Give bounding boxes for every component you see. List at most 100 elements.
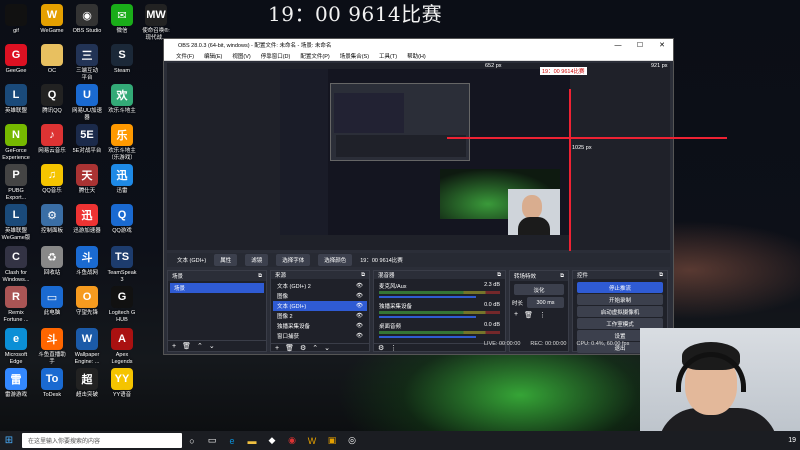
- desktop-icon-25[interactable]: C Clash for Windows...: [0, 246, 35, 283]
- trash-icon[interactable]: 🗑: [182, 342, 191, 350]
- source-text-value[interactable]: 19：00 9614比赛: [360, 256, 403, 264]
- obs-preview[interactable]: 652 px 921 px 1025 px 19：00 9614比赛: [167, 63, 727, 251]
- desktop-icon-33[interactable]: e Microsoft Edge: [0, 328, 35, 365]
- netease-music-icon[interactable]: ◉: [282, 431, 302, 450]
- desktop-icon-5[interactable]: G GeeGee: [0, 44, 35, 75]
- source-item[interactable]: 文本 (GDI+) 👁: [273, 301, 367, 311]
- dock-float-icon[interactable]: ⧉: [497, 272, 501, 279]
- source-item[interactable]: 独播采集设备 👁: [273, 321, 367, 331]
- source-item[interactable]: 图像 2 👁: [273, 311, 367, 321]
- eye-icon[interactable]: 👁: [356, 333, 363, 339]
- menu-item[interactable]: 工具(T): [379, 52, 397, 60]
- desktop-icon-15[interactable]: 5E 5E对战平台: [68, 124, 106, 155]
- minimize-icon[interactable]: —: [607, 39, 629, 51]
- desktop-icon-12[interactable]: 欢欢乐斗地主: [103, 84, 141, 115]
- task-view-icon[interactable]: ○: [182, 431, 202, 450]
- dock-float-icon[interactable]: ⧉: [361, 272, 365, 279]
- eye-icon[interactable]: 👁: [356, 323, 363, 329]
- desktop-icon-35[interactable]: W Wallpaper Engine: ...: [68, 328, 106, 365]
- menu-item[interactable]: 视图(V): [232, 52, 250, 60]
- desktop-icon-24[interactable]: Q QQ游戏: [103, 204, 141, 235]
- desktop-icon-14[interactable]: ♪ 网易云音乐: [33, 124, 71, 155]
- transition-select[interactable]: 淡化: [514, 284, 564, 295]
- add-icon[interactable]: +: [275, 345, 279, 352]
- menu-item[interactable]: 配置文件(P): [300, 52, 329, 60]
- folder-icon[interactable]: ▬: [242, 431, 262, 450]
- desktop-icon-20[interactable]: 迅迅雷: [103, 164, 141, 195]
- desktop-icon-7[interactable]: 三三端互动 平台: [68, 44, 106, 81]
- desktop-icon-10[interactable]: Q 腾讯QQ: [33, 84, 71, 115]
- obs-titlebar[interactable]: OBS 28.0.3 (64-bit, windows) - 配置文件: 未命名…: [164, 39, 673, 51]
- eye-icon[interactable]: 👁: [356, 293, 363, 299]
- control-button[interactable]: 停止推流: [577, 282, 663, 293]
- trash-icon[interactable]: 🗑: [285, 344, 294, 352]
- desktop-icon-2[interactable]: ◉ OBS Studio: [68, 4, 106, 35]
- eye-icon[interactable]: 👁: [356, 283, 363, 289]
- desktop-icon-30[interactable]: ▭ 此电脑: [33, 286, 71, 317]
- duration-input[interactable]: 300 ms: [527, 297, 564, 308]
- eye-icon[interactable]: 👁: [356, 313, 363, 319]
- desktop-icon-9[interactable]: L 英雄联盟: [0, 84, 35, 115]
- edge-icon[interactable]: e: [222, 431, 242, 450]
- desktop-icon-36[interactable]: A Apex Legends: [103, 328, 141, 365]
- down-icon[interactable]: ⌄: [209, 342, 215, 350]
- filters-button[interactable]: 滤镜: [245, 254, 269, 266]
- desktop-icon-17[interactable]: P PUBG Export...: [0, 164, 35, 201]
- properties-button[interactable]: 属性: [214, 254, 238, 266]
- gear-icon[interactable]: ⚙: [378, 344, 384, 352]
- menu-icon[interactable]: ⋮: [390, 344, 397, 352]
- control-button[interactable]: 开始录制: [577, 294, 663, 305]
- desktop-icon[interactable]: ▭: [202, 431, 222, 450]
- desktop-icon-32[interactable]: G Logitech G HUB: [103, 286, 141, 323]
- source-item[interactable]: 文本 (GDI+) 2 👁: [273, 281, 367, 291]
- desktop-icon-22[interactable]: ⚙ 控制面板: [33, 204, 71, 235]
- dock-float-icon[interactable]: ⧉: [659, 272, 663, 279]
- gear-icon[interactable]: ⚙: [300, 344, 306, 352]
- add-icon[interactable]: +: [172, 343, 176, 350]
- desktop-icon-13[interactable]: N GeForce Experience: [0, 124, 35, 161]
- obs-taskbar-icon[interactable]: ◎: [342, 431, 362, 450]
- volume-slider[interactable]: [379, 316, 476, 318]
- desktop-icon-16[interactable]: 乐欢乐斗地主 （乐游戏）: [103, 124, 141, 161]
- desktop-icon-18[interactable]: ♫ QQ音乐: [33, 164, 71, 195]
- desktop-icon-21[interactable]: L 英雄联盟 WeGame版: [0, 204, 35, 241]
- desktop-icon-3[interactable]: ✉ 微信: [103, 4, 141, 35]
- menu-item[interactable]: 场景集合(S): [340, 52, 369, 60]
- desktop-icon-37[interactable]: 雷雷游游戏: [0, 368, 35, 399]
- dock-float-icon[interactable]: ⧉: [258, 273, 262, 280]
- taskbar-search-input[interactable]: 在这里输入你要搜索的内容: [22, 433, 182, 448]
- dock-float-icon[interactable]: ⧉: [560, 273, 564, 280]
- desktop-icon-11[interactable]: U 网易UU加速 器: [68, 84, 106, 121]
- maximize-icon[interactable]: ☐: [629, 39, 651, 51]
- desktop-icon-6[interactable]: OC: [33, 44, 71, 75]
- source-item[interactable]: 窗口捕获 👁: [273, 331, 367, 341]
- scene-item[interactable]: 场景: [170, 283, 264, 293]
- menu-icon[interactable]: ⋮: [539, 311, 546, 319]
- source-item[interactable]: 图像 👁: [273, 291, 367, 301]
- close-icon[interactable]: ✕: [651, 39, 673, 51]
- clock[interactable]: 19: [788, 437, 796, 444]
- desktop-icon-39[interactable]: 超超击突破: [68, 368, 106, 399]
- trash-icon[interactable]: 🗑: [524, 311, 533, 319]
- desktop-icon-38[interactable]: To ToDesk: [33, 368, 71, 399]
- control-button[interactable]: 启动虚拟摄像机: [577, 306, 663, 317]
- menu-item[interactable]: 编辑(E): [204, 52, 222, 60]
- desktop-icon-8[interactable]: S Steam: [103, 44, 141, 75]
- desktop-icon-19[interactable]: 天腾仕天: [68, 164, 106, 195]
- desktop-icon-26[interactable]: ♻ 回收站: [33, 246, 71, 277]
- desktop-icon-40[interactable]: YY YY语音: [103, 368, 141, 399]
- menu-item[interactable]: 停靠窗口(D): [261, 52, 291, 60]
- up-icon[interactable]: ⌃: [197, 342, 203, 350]
- desktop-icon-0[interactable]: gif: [0, 4, 35, 35]
- desktop-icon-31[interactable]: O 守望先锋: [68, 286, 106, 317]
- desktop-icon-28[interactable]: TS TeamSpeak 3: [103, 246, 141, 283]
- overlay-source-box[interactable]: 19：00 9614比赛: [540, 67, 587, 75]
- desktop-icon-4[interactable]: MW 使命召唤®: 现代战...: [137, 4, 175, 41]
- eye-icon[interactable]: 👁: [356, 303, 363, 309]
- desktop-icon-1[interactable]: W WeGame: [33, 4, 71, 35]
- down-icon[interactable]: ⌄: [324, 344, 330, 352]
- select-color-button[interactable]: 选择颜色: [318, 254, 353, 266]
- desktop-icon-27[interactable]: 斗斗鱼战网: [68, 246, 106, 277]
- volume-slider[interactable]: [379, 336, 476, 338]
- desktop-icon-29[interactable]: R Remix Fortune ...: [0, 286, 35, 323]
